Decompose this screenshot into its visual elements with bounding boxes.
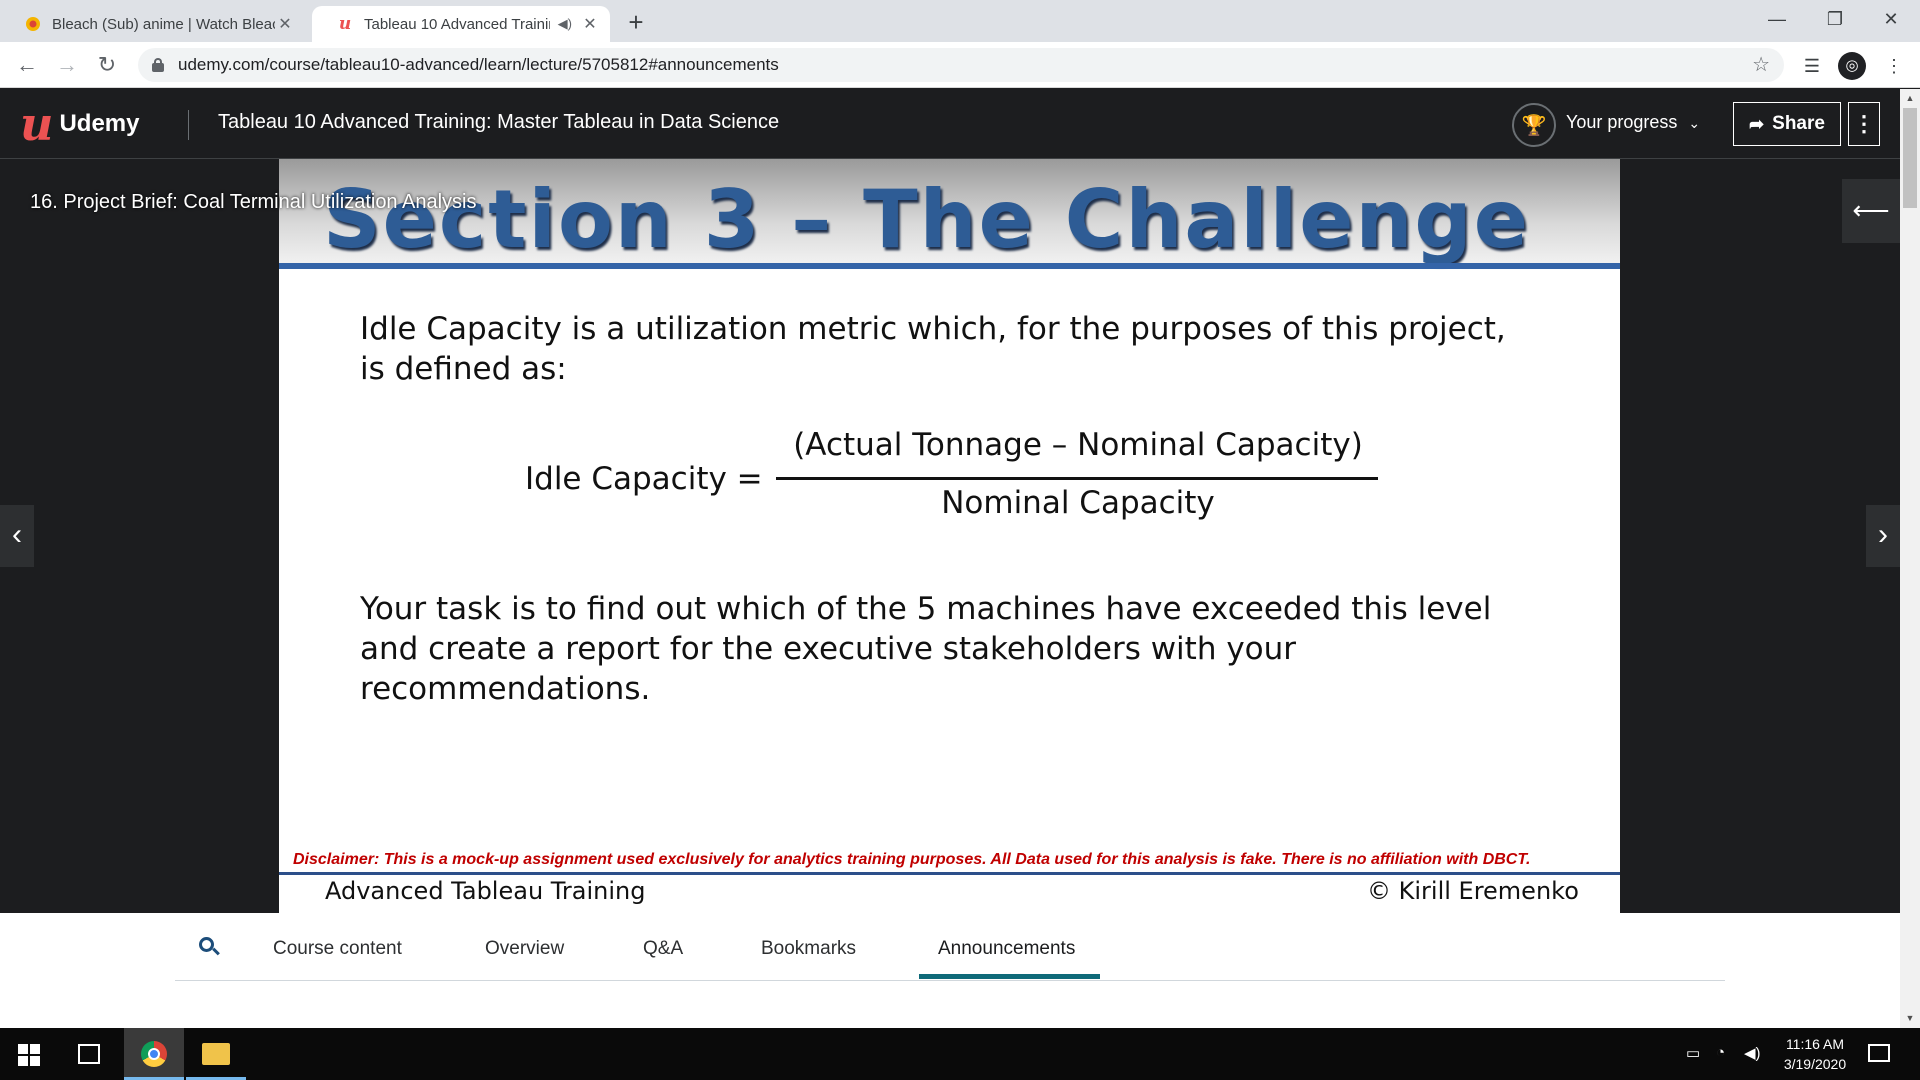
tab-course-content[interactable]: Course content [273, 938, 402, 960]
header-divider [188, 110, 189, 140]
slide-header-rule [279, 263, 1620, 269]
formula-fraction-bar [776, 477, 1378, 480]
tab-qa[interactable]: Q&A [643, 938, 683, 960]
trophy-icon: 🏆 [1512, 103, 1556, 147]
course-tabs: Course content Overview Q&A Bookmarks An… [175, 913, 1725, 981]
address-bar[interactable]: udemy.com/course/tableau10-advanced/lear… [138, 48, 1784, 82]
share-button[interactable]: ➦ Share [1733, 102, 1841, 146]
scrollbar-thumb[interactable] [1903, 108, 1917, 208]
minimize-window-icon[interactable]: — [1748, 0, 1806, 38]
taskbar-chrome[interactable] [124, 1028, 184, 1080]
course-title[interactable]: Tableau 10 Advanced Training: Master Tab… [218, 111, 779, 134]
slide-heading: Section 3 – The Challenge [323, 173, 1530, 266]
previous-lecture-icon[interactable]: ‹ [0, 505, 34, 567]
active-tab-indicator [919, 974, 1100, 979]
udemy-logo[interactable]: u Udemy [20, 101, 139, 147]
lecture-slide: Section 3 – The Challenge Idle Capacity … [279, 159, 1620, 913]
more-options-button[interactable]: ⋮ [1848, 102, 1880, 146]
scroll-down-icon[interactable]: ▼ [1902, 1010, 1918, 1026]
chrome-icon [141, 1041, 167, 1067]
url-text: udemy.com/course/tableau10-advanced/lear… [178, 55, 779, 74]
slide-disclaimer: Disclaimer: This is a mock-up assignment… [293, 851, 1531, 868]
slide-paragraph-task: Your task is to find out which of the 5 … [360, 591, 1492, 707]
expand-sidebar-arrow-icon[interactable]: ⟵ [1842, 179, 1900, 243]
close-tab-icon[interactable]: ✕ [275, 14, 295, 34]
formula-label: Idle Capacity = [525, 461, 763, 497]
browser-toolbar: ← → ↻ udemy.com/course/tableau10-advance… [0, 42, 1920, 88]
restore-window-icon[interactable]: ❐ [1806, 0, 1864, 38]
formula-numerator: (Actual Tonnage – Nominal Capacity) [793, 427, 1363, 463]
scroll-up-icon[interactable]: ▲ [1902, 90, 1918, 106]
lock-icon [152, 58, 164, 72]
tab-bookmarks[interactable]: Bookmarks [761, 938, 856, 960]
windows-start-icon[interactable] [18, 1044, 40, 1066]
formula-denominator: Nominal Capacity [941, 485, 1215, 521]
slide-footer-right: © Kirill Eremenko [1367, 877, 1579, 905]
search-icon[interactable] [199, 937, 220, 957]
wifi-icon[interactable]: ◔ [1716, 1044, 1725, 1061]
volume-icon[interactable]: ◀) [1744, 1044, 1761, 1062]
tab-overview[interactable]: Overview [485, 938, 564, 960]
progress-label: Your progress [1566, 112, 1678, 132]
tab-title: Tableau 10 Advanced Trainin [364, 15, 550, 33]
tab-title: Bleach (Sub) anime | Watch Bleac [52, 15, 275, 33]
browser-menu-icon[interactable]: ⋮ [1880, 52, 1908, 80]
task-view-icon[interactable] [78, 1044, 100, 1064]
profile-avatar[interactable]: ◎ [1838, 52, 1866, 80]
slide-footer-rule [279, 872, 1620, 875]
battery-icon[interactable]: ▭ [1686, 1044, 1700, 1062]
audio-playing-icon[interactable]: ◀) [558, 16, 572, 32]
page-scrollbar[interactable] [1900, 89, 1920, 1028]
udemy-logo-icon: u [20, 97, 54, 151]
new-tab-button[interactable]: + [622, 8, 650, 36]
browser-tab-bleach[interactable]: Bleach (Sub) anime | Watch Bleac ✕ [0, 6, 305, 42]
windows-taskbar: ▭ ◔ ◀) 11:16 AM 3/19/2020 [0, 1028, 1920, 1080]
clock-time: 11:16 AM [1785, 1036, 1845, 1052]
chevron-down-icon: ⌄ [1688, 115, 1701, 131]
close-window-icon[interactable]: ✕ [1862, 0, 1920, 38]
progress-dropdown[interactable]: Your progress ⌄ [1566, 112, 1700, 133]
lecture-title: 16. Project Brief: Coal Terminal Utiliza… [30, 191, 477, 213]
system-clock[interactable]: 11:16 AM 3/19/2020 [1770, 1034, 1860, 1074]
slide-footer-left: Advanced Tableau Training [325, 877, 646, 905]
forward-arrow-icon[interactable]: → [52, 50, 82, 80]
share-arrow-icon: ➦ [1749, 113, 1765, 134]
notifications-icon[interactable] [1868, 1044, 1890, 1062]
clock-date: 3/19/2020 [1783, 1056, 1847, 1072]
browser-tab-udemy[interactable]: u Tableau 10 Advanced Trainin ◀) ✕ [312, 6, 610, 42]
site-favicon-icon [24, 15, 42, 33]
course-header: u Udemy Tableau 10 Advanced Training: Ma… [0, 89, 1900, 159]
media-control-icon[interactable]: ☰ [1798, 52, 1826, 80]
back-arrow-icon[interactable]: ← [12, 50, 42, 80]
tab-announcements[interactable]: Announcements [938, 938, 1075, 960]
taskbar-file-explorer[interactable] [186, 1028, 246, 1080]
folder-icon [202, 1043, 230, 1065]
slide-paragraph-definition: Idle Capacity is a utilization metric wh… [360, 311, 1506, 387]
reload-icon[interactable]: ↻ [92, 50, 122, 80]
next-lecture-icon[interactable]: › [1866, 505, 1900, 567]
course-tabs-panel: Course content Overview Q&A Bookmarks An… [0, 913, 1900, 1028]
share-label: Share [1772, 113, 1825, 134]
udemy-favicon-icon: u [338, 14, 352, 34]
logo-text: Udemy [59, 110, 140, 137]
bookmark-star-icon[interactable]: ☆ [1752, 52, 1770, 77]
browser-tab-strip: Bleach (Sub) anime | Watch Bleac ✕ u Tab… [0, 0, 1920, 42]
close-tab-icon[interactable]: ✕ [580, 14, 600, 34]
